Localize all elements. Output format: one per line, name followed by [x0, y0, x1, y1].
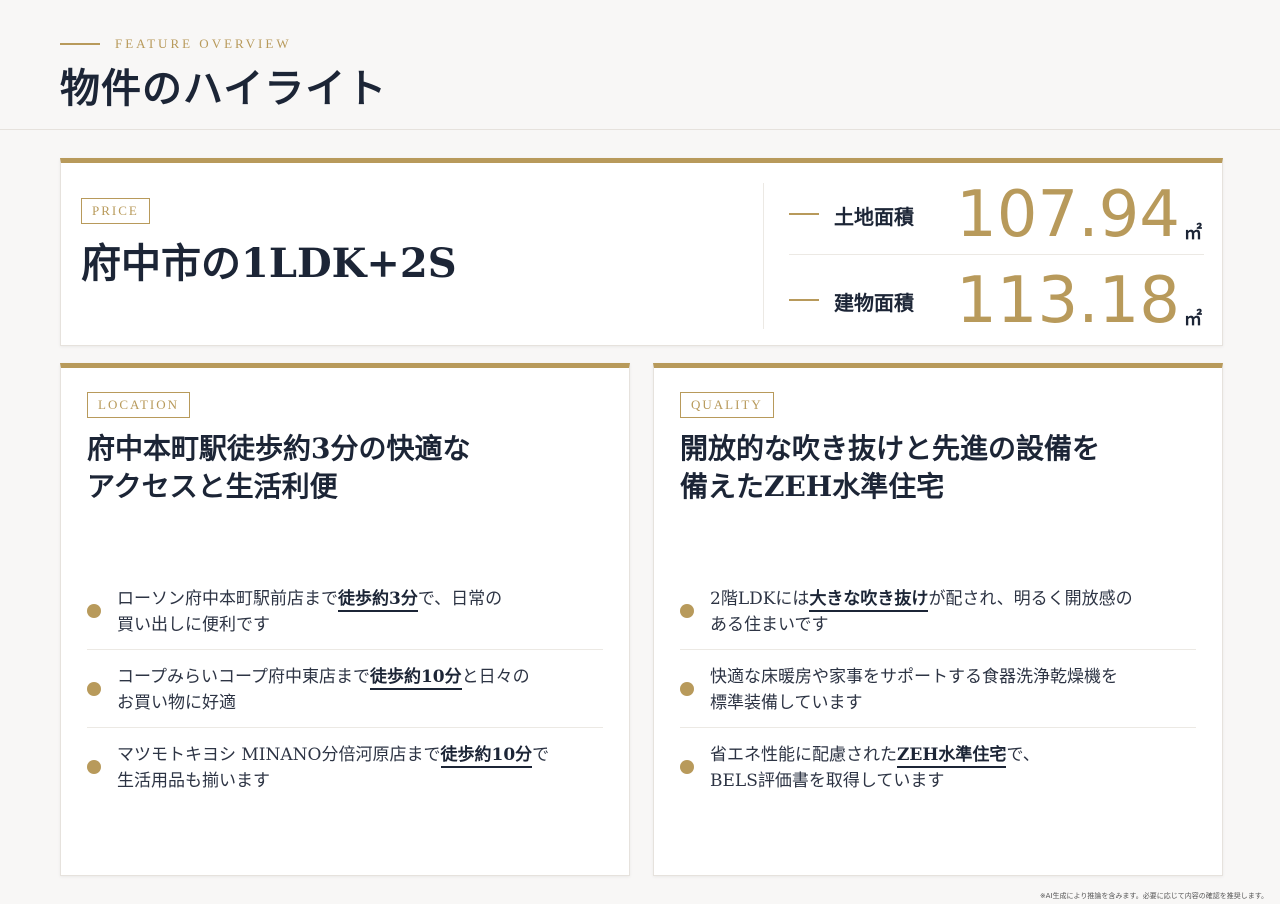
text-segment: マツモトキヨシ MINANO分倍河原店まで	[117, 745, 441, 765]
text-segment: BELS評価書を取得しています	[710, 771, 945, 791]
bullet-dot-icon	[87, 604, 101, 618]
location-list: ローソン府中本町駅前店まで徒歩約3分で、日常の 買い出しに便利です コープみらい…	[87, 572, 603, 806]
bullet-dot-icon	[680, 760, 694, 774]
text-segment: ローソン府中本町駅前店まで	[117, 589, 338, 609]
list-item-text: ローソン府中本町駅前店まで徒歩約3分で、日常の 買い出しに便利です	[117, 586, 603, 638]
bullet-dot-icon	[680, 604, 694, 618]
text-segment: 買い出しに便利です	[117, 615, 270, 635]
eyebrow: FEATURE OVERVIEW	[60, 36, 292, 52]
text-segment: 省エネ性能に配慮された	[710, 745, 897, 765]
text-segment: で、日常の	[417, 589, 503, 609]
list-item: コープみらいコープ府中東店まで徒歩約10分と日々の お買い物に好適	[87, 650, 603, 728]
list-item: ローソン府中本町駅前店まで徒歩約3分で、日常の 買い出しに便利です	[87, 572, 603, 650]
price-card: PRICE 府中市の1LDK+2S 土地面積 107.94 ㎡ 建物面積 113…	[60, 158, 1223, 346]
quality-title-line: 開放的な吹き抜けと先進の設備を	[680, 432, 1101, 465]
text-segment: コープみらいコープ府中東店まで	[117, 667, 370, 687]
quality-list: 2階LDKには大きな吹き抜けが配され、明るく開放感の ある住まいです 快適な床暖…	[680, 572, 1196, 806]
highlight-text: 大きな吹き抜け	[809, 589, 929, 612]
list-item-text: マツモトキヨシ MINANO分倍河原店まで徒歩約10分で 生活用品も揃います	[117, 742, 603, 794]
building-area-row: 建物面積 113.18 ㎡	[789, 261, 1204, 341]
land-area-value: 107.94	[956, 178, 1180, 252]
location-title-line: 府中本町駅徒歩約3分の快適な	[87, 432, 471, 465]
page-title: 物件のハイライト	[60, 65, 388, 112]
quality-tag: QUALITY	[680, 392, 774, 418]
text-segment: と日々の	[461, 667, 530, 687]
text-segment: ある住まいです	[710, 615, 829, 635]
quality-title-line: 備えたZEH水準住宅	[680, 470, 945, 503]
footnote: ※AI生成により推論を含みます。必要に応じて内容の確認を推奨します。	[1039, 892, 1268, 900]
building-area-label: 建物面積	[834, 291, 914, 315]
text-segment: 2階LDKには	[710, 589, 810, 609]
quality-title: 開放的な吹き抜けと先進の設備を 備えたZEH水準住宅	[680, 430, 1200, 506]
quality-card: QUALITY 開放的な吹き抜けと先進の設備を 備えたZEH水準住宅 2階LDK…	[653, 363, 1223, 876]
list-item: 快適な床暖房や家事をサポートする食器洗浄乾燥機を 標準装備しています	[680, 650, 1196, 728]
bullet-dot-icon	[87, 760, 101, 774]
location-tag: LOCATION	[87, 392, 190, 418]
land-area-label: 土地面積	[834, 205, 914, 229]
land-area-row: 土地面積 107.94 ㎡	[789, 175, 1204, 255]
text-segment: が配され、明るく開放感の	[928, 589, 1133, 609]
vertical-divider	[763, 183, 764, 329]
highlight-text: 徒歩約3分	[338, 589, 418, 612]
highlight-text: 徒歩約10分	[440, 745, 533, 768]
list-item: 省エネ性能に配慮されたZEH水準住宅で、 BELS評価書を取得しています	[680, 728, 1196, 806]
building-area-value: 113.18	[956, 264, 1180, 338]
page-header: FEATURE OVERVIEW 物件のハイライト	[0, 0, 1280, 130]
building-area-unit: ㎡	[1184, 309, 1202, 330]
text-segment: で	[532, 745, 550, 765]
text-segment: 快適な床暖房や家事をサポートする食器洗浄乾燥機を	[710, 667, 1118, 687]
location-title-line: アクセスと生活利便	[87, 470, 338, 503]
text-segment: 生活用品も揃います	[117, 771, 270, 791]
land-area-unit: ㎡	[1184, 223, 1202, 244]
text-segment: で、	[1006, 745, 1040, 765]
eyebrow-line	[60, 43, 100, 45]
text-segment: お買い物に好適	[117, 693, 236, 713]
list-item: マツモトキヨシ MINANO分倍河原店まで徒歩約10分で 生活用品も揃います	[87, 728, 603, 806]
list-item-text: コープみらいコープ府中東店まで徒歩約10分と日々の お買い物に好適	[117, 664, 603, 716]
dash-icon	[789, 299, 819, 301]
list-item-text: 2階LDKには大きな吹き抜けが配され、明るく開放感の ある住まいです	[710, 586, 1196, 638]
text-segment: 標準装備しています	[710, 693, 863, 713]
price-tag: PRICE	[81, 198, 150, 224]
highlight-text: 徒歩約10分	[369, 667, 462, 690]
highlight-text: ZEH水準住宅	[897, 745, 1007, 768]
dash-icon	[789, 213, 819, 215]
list-item-text: 快適な床暖房や家事をサポートする食器洗浄乾燥機を 標準装備しています	[710, 664, 1196, 716]
bullet-dot-icon	[87, 682, 101, 696]
bullet-dot-icon	[680, 682, 694, 696]
eyebrow-text: FEATURE OVERVIEW	[115, 36, 292, 51]
location-title: 府中本町駅徒歩約3分の快適な アクセスと生活利便	[87, 430, 607, 506]
list-item: 2階LDKには大きな吹き抜けが配され、明るく開放感の ある住まいです	[680, 572, 1196, 650]
price-title: 府中市の1LDK+2S	[81, 240, 457, 287]
location-card: LOCATION 府中本町駅徒歩約3分の快適な アクセスと生活利便 ローソン府中…	[60, 363, 630, 876]
list-item-text: 省エネ性能に配慮されたZEH水準住宅で、 BELS評価書を取得しています	[710, 742, 1196, 794]
